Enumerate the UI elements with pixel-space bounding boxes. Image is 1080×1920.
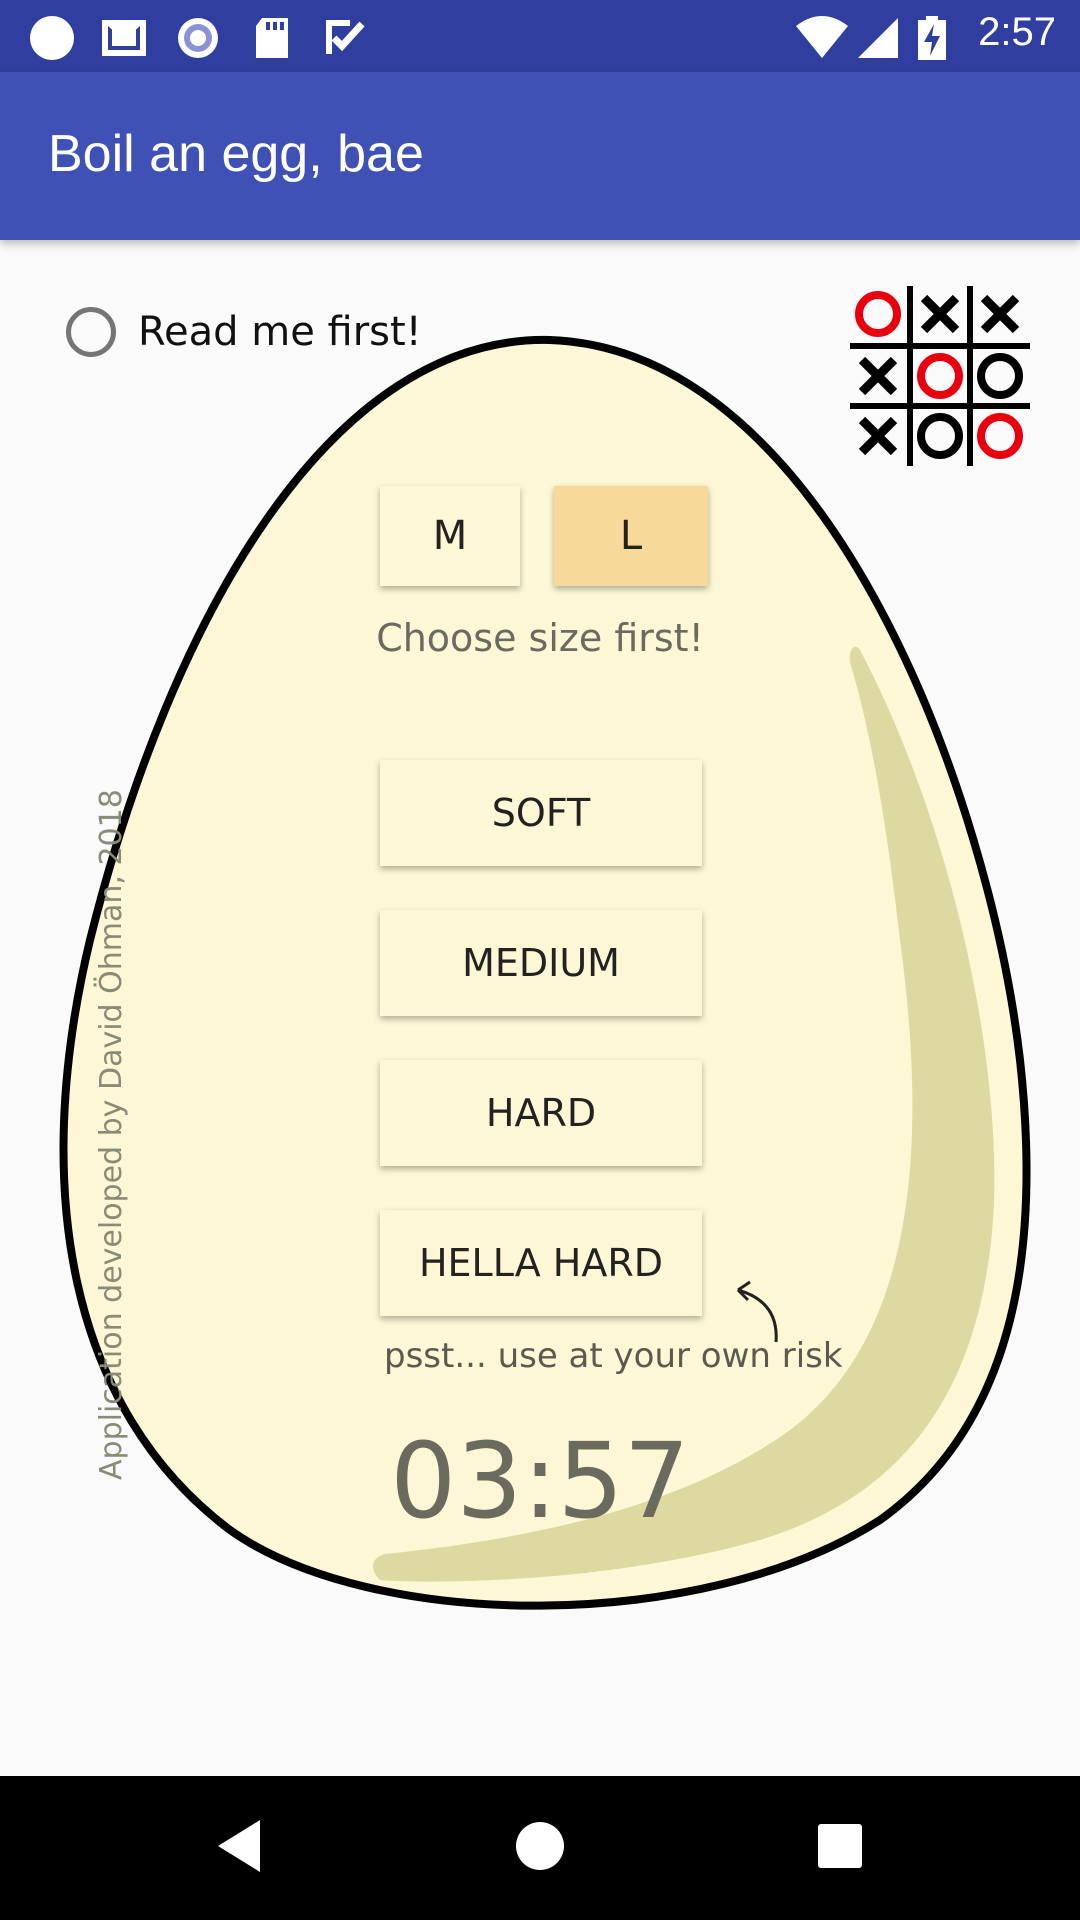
mail-icon xyxy=(102,20,146,56)
status-bar: 2:57 xyxy=(0,0,1080,72)
main-content: Read me first! M L Choose size first! SO… xyxy=(0,240,1080,1776)
developer-credit: Application developed by David Öhman, 20… xyxy=(94,789,129,1480)
checklist-icon xyxy=(326,20,365,54)
signal-icon xyxy=(858,18,898,58)
tic-tac-toe-icon[interactable] xyxy=(848,284,1032,468)
home-icon[interactable] xyxy=(514,1816,566,1876)
size-m-button[interactable]: M xyxy=(380,486,520,586)
read-me-label: Read me first! xyxy=(138,309,422,355)
clock: 2:57 xyxy=(978,10,1056,54)
size-l-button[interactable]: L xyxy=(554,486,708,586)
hella-hard-button[interactable]: HELLA HARD xyxy=(380,1210,702,1316)
soft-button[interactable]: SOFT xyxy=(380,760,702,866)
recents-icon[interactable] xyxy=(816,1816,864,1876)
risk-warning: psst... use at your own risk xyxy=(384,1336,843,1376)
circle-icon xyxy=(30,16,74,60)
navigation-bar xyxy=(0,1776,1080,1920)
radio-button-icon[interactable] xyxy=(66,307,116,357)
app-bar: Boil an egg, bae xyxy=(0,72,1080,240)
app-title: Boil an egg, bae xyxy=(48,125,424,183)
record-icon xyxy=(178,18,218,58)
read-me-radio[interactable]: Read me first! xyxy=(66,302,422,362)
sd-card-icon xyxy=(256,18,288,58)
wifi-icon xyxy=(796,16,848,58)
back-icon[interactable] xyxy=(214,1816,264,1876)
battery-charging-icon xyxy=(918,16,946,60)
timer-display: 03:57 xyxy=(390,1420,690,1542)
hard-button[interactable]: HARD xyxy=(380,1060,702,1166)
medium-button[interactable]: MEDIUM xyxy=(380,910,702,1016)
choose-size-hint: Choose size first! xyxy=(376,616,704,660)
